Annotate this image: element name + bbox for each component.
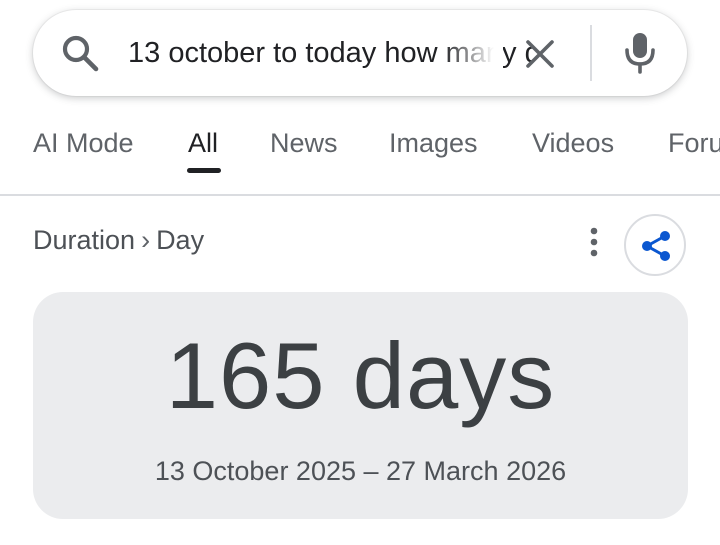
duration-result: 165 days: [165, 323, 556, 428]
close-icon[interactable]: [519, 33, 561, 75]
tab-all[interactable]: All: [188, 128, 218, 159]
search-divider: [590, 25, 592, 81]
more-vert-icon[interactable]: [578, 224, 610, 260]
breadcrumb-unit[interactable]: Day: [156, 225, 204, 255]
share-button[interactable]: [624, 214, 686, 276]
date-range: 13 October 2025 – 27 March 2026: [154, 456, 567, 486]
breadcrumb-separator: ›: [141, 225, 151, 255]
tab-news[interactable]: News: [270, 128, 338, 159]
tab-forums[interactable]: Forums: [668, 128, 720, 159]
tab-ai-mode[interactable]: AI Mode: [33, 128, 134, 159]
search-bar: [33, 10, 687, 96]
tab-images[interactable]: Images: [389, 128, 478, 159]
breadcrumb-category[interactable]: Duration: [33, 225, 135, 255]
search-tabs: AI Mode All News Images Videos Forums: [0, 110, 720, 196]
breadcrumb: Duration › Day: [33, 225, 204, 256]
result-card: 165 days 13 October 2025 – 27 March 2026: [33, 292, 688, 519]
share-icon: [642, 231, 670, 261]
search-input[interactable]: [128, 30, 533, 76]
active-tab-indicator: [187, 168, 221, 173]
search-icon[interactable]: [60, 33, 102, 75]
tab-videos[interactable]: Videos: [532, 128, 614, 159]
mic-icon[interactable]: [619, 30, 661, 76]
page: AI Mode All News Images Videos Forums Du…: [0, 0, 720, 545]
